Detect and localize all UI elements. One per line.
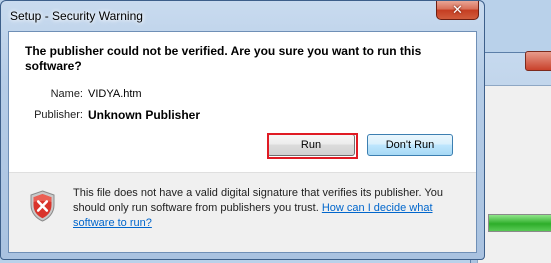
run-button[interactable]: Run bbox=[267, 134, 355, 156]
shield-error-icon bbox=[30, 190, 55, 222]
name-value: VIDYA.htm bbox=[88, 88, 142, 100]
close-icon: ✕ bbox=[452, 2, 463, 18]
background-progress-fill bbox=[489, 215, 551, 231]
dont-run-button[interactable]: Don't Run bbox=[367, 134, 453, 156]
publisher-value: Unknown Publisher bbox=[88, 108, 201, 122]
footer-message: This file does not have a valid digital … bbox=[73, 186, 473, 231]
footer-panel: This file does not have a valid digital … bbox=[9, 173, 476, 252]
close-button[interactable]: ✕ bbox=[436, 1, 479, 20]
background-window-close-button[interactable] bbox=[525, 51, 551, 71]
background-progress-bar bbox=[488, 214, 551, 232]
security-warning-dialog: Setup - Security Warning ✕ The publisher… bbox=[0, 0, 485, 260]
title-bar: Setup - Security Warning ✕ bbox=[1, 1, 484, 31]
name-label: Name: bbox=[50, 88, 83, 100]
dialog-content: The publisher could not be verified. Are… bbox=[8, 31, 477, 253]
window-title: Setup - Security Warning bbox=[10, 9, 143, 23]
warning-question: The publisher could not be verified. Are… bbox=[25, 44, 422, 73]
background-window-content bbox=[477, 85, 551, 263]
publisher-label: Publisher: bbox=[34, 109, 83, 121]
